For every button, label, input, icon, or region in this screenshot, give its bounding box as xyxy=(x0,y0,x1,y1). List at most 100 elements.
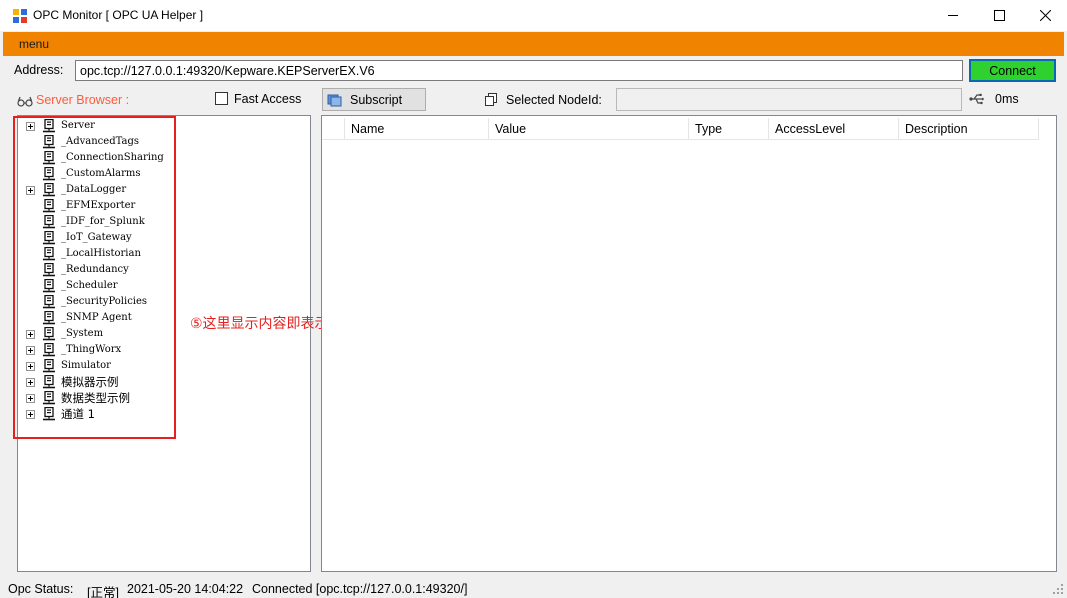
server-node-icon xyxy=(43,247,55,261)
tree-node[interactable]: _SecurityPolicies xyxy=(18,294,310,310)
expand-icon[interactable] xyxy=(26,330,35,339)
server-browser-label: Server Browser : xyxy=(36,93,130,107)
tree-node[interactable]: _IoT_Gateway xyxy=(18,230,310,246)
selected-nodeid-field[interactable] xyxy=(616,88,962,111)
tree-node-label: _DataLogger xyxy=(61,184,127,195)
server-node-icon xyxy=(43,135,55,149)
node-list-view[interactable]: Name Value Type AccessLevel Description xyxy=(321,115,1057,572)
copy-icon xyxy=(485,93,497,106)
server-node-icon xyxy=(43,359,55,373)
server-node-icon xyxy=(43,375,55,389)
tree-node-label: _System xyxy=(61,328,104,339)
tree-node[interactable]: Simulator xyxy=(18,358,310,374)
tree-node-label: Simulator xyxy=(61,360,111,371)
close-button[interactable] xyxy=(1022,0,1067,31)
column-header-type[interactable]: Type xyxy=(689,118,769,140)
tree-node-label: _IDF_for_Splunk xyxy=(61,216,145,227)
address-input[interactable] xyxy=(75,60,963,81)
tree-node[interactable]: _ThingWorx xyxy=(18,342,310,358)
tree-node-label: _ConnectionSharing xyxy=(61,152,164,163)
column-header-accesslevel[interactable]: AccessLevel xyxy=(769,118,899,140)
expand-icon[interactable] xyxy=(26,410,35,419)
tree-node[interactable]: _CustomAlarms xyxy=(18,166,310,182)
server-node-icon xyxy=(43,151,55,165)
fast-access-checkbox[interactable] xyxy=(215,92,228,105)
server-node-icon xyxy=(43,391,55,405)
selected-nodeid-label: Selected NodeId: xyxy=(506,93,602,107)
tree-node-label: 通道 1 xyxy=(61,407,95,421)
maximize-button[interactable] xyxy=(976,0,1022,31)
tree-node-label: _IoT_Gateway xyxy=(61,232,132,243)
tree-node-label: 数据类型示例 xyxy=(61,391,130,405)
status-bar: Opc Status: [正常] 2021-05-20 14:04:22 Con… xyxy=(0,578,1067,598)
title-bar: OPC Monitor [ OPC UA Helper ] xyxy=(0,0,1067,31)
tree-node[interactable]: _LocalHistorian xyxy=(18,246,310,262)
tree-node[interactable]: _IDF_for_Splunk xyxy=(18,214,310,230)
tree-node-label: _LocalHistorian xyxy=(61,248,141,259)
menu-item[interactable]: menu xyxy=(19,37,49,51)
maximize-icon xyxy=(993,10,1005,21)
address-label: Address: xyxy=(14,63,64,77)
tree-node[interactable]: _DataLogger xyxy=(18,182,310,198)
tree-node[interactable]: _EFMExporter xyxy=(18,198,310,214)
server-node-icon xyxy=(43,231,55,245)
column-header-name[interactable]: Name xyxy=(345,118,489,140)
expand-icon[interactable] xyxy=(26,394,35,403)
tree-node[interactable]: _Scheduler xyxy=(18,278,310,294)
expand-icon[interactable] xyxy=(26,378,35,387)
subscript-button[interactable]: Subscript xyxy=(322,88,426,111)
expand-icon[interactable] xyxy=(26,346,35,355)
tree-node[interactable]: _AdvancedTags xyxy=(18,134,310,150)
server-tree[interactable]: Server _AdvancedTags _ConnectionSharing _Cu… xyxy=(17,115,311,572)
close-icon xyxy=(1039,10,1051,21)
usb-icon xyxy=(969,93,984,105)
tree-node-label: _AdvancedTags xyxy=(61,136,139,147)
window-title: OPC Monitor [ OPC UA Helper ] xyxy=(33,8,204,22)
server-node-icon xyxy=(43,119,55,133)
minimize-button[interactable] xyxy=(930,0,976,31)
minimize-icon xyxy=(947,15,958,16)
tree-node[interactable]: _Redundancy xyxy=(18,262,310,278)
latency-label: 0ms xyxy=(995,92,1019,106)
server-node-icon xyxy=(43,263,55,277)
tree-node-label: _ThingWorx xyxy=(61,344,122,355)
menu-bar: menu xyxy=(3,32,1064,56)
status-time: 2021-05-20 14:04:22 xyxy=(127,582,244,596)
server-node-icon xyxy=(43,183,55,197)
resize-grip-icon[interactable] xyxy=(1052,583,1064,595)
column-header-blank[interactable] xyxy=(322,118,345,140)
server-node-icon xyxy=(43,199,55,213)
server-node-icon xyxy=(43,327,55,341)
tree-node-label: _Redundancy xyxy=(61,264,129,275)
connect-button[interactable]: Connect xyxy=(969,59,1056,82)
tree-node-label: _CustomAlarms xyxy=(61,168,141,179)
list-header: Name Value Type AccessLevel Description xyxy=(322,118,1039,140)
server-node-icon xyxy=(43,295,55,309)
tree-node[interactable]: Server xyxy=(18,118,310,134)
status-label: Opc Status: xyxy=(8,582,74,596)
server-node-icon xyxy=(43,343,55,357)
server-node-icon xyxy=(43,279,55,293)
server-node-icon xyxy=(43,215,55,229)
expand-icon[interactable] xyxy=(26,186,35,195)
subscript-label: Subscript xyxy=(350,92,403,107)
status-message: Connected [opc.tcp://127.0.0.1:49320/] xyxy=(252,582,468,596)
tree-node[interactable]: 通道 1 xyxy=(18,406,310,422)
fast-access-label[interactable]: Fast Access xyxy=(234,92,301,106)
server-node-icon xyxy=(43,311,55,325)
tree-node[interactable]: 数据类型示例 xyxy=(18,390,310,406)
tree-node-label: _SecurityPolicies xyxy=(61,296,148,307)
tree-node-label: _EFMExporter xyxy=(61,200,136,211)
column-header-description[interactable]: Description xyxy=(899,118,1039,140)
tree-node-label: _Scheduler xyxy=(61,280,118,291)
server-node-icon xyxy=(43,407,55,421)
server-node-icon xyxy=(43,167,55,181)
tree-list: Server _AdvancedTags _ConnectionSharing _Cu… xyxy=(18,118,310,422)
expand-icon[interactable] xyxy=(26,122,35,131)
column-header-value[interactable]: Value xyxy=(489,118,689,140)
tree-node-label: Server xyxy=(61,120,95,131)
expand-icon[interactable] xyxy=(26,362,35,371)
status-tag: [正常] xyxy=(87,586,119,598)
tree-node[interactable]: 模拟器示例 xyxy=(18,374,310,390)
tree-node[interactable]: _ConnectionSharing xyxy=(18,150,310,166)
